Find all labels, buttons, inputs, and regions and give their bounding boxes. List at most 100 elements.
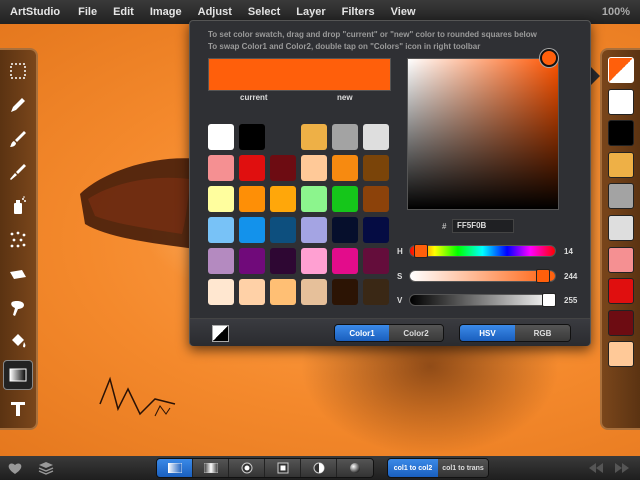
- color-swatch[interactable]: [332, 217, 358, 243]
- menu-adjust[interactable]: Adjust: [190, 6, 240, 18]
- gradient-angle-button[interactable]: [301, 459, 337, 477]
- gradient-square-button[interactable]: [265, 459, 301, 477]
- color-swatch[interactable]: [332, 155, 358, 181]
- heart-icon[interactable]: [7, 460, 23, 476]
- color-swatch[interactable]: [239, 124, 265, 150]
- hue-label: H: [397, 247, 403, 256]
- pencil-icon: [11, 97, 25, 112]
- palette-swatch[interactable]: [608, 246, 634, 273]
- value-slider[interactable]: [409, 294, 556, 306]
- tool-eraser[interactable]: [3, 259, 33, 289]
- palette-swatch[interactable]: [608, 88, 634, 115]
- menu-select[interactable]: Select: [240, 6, 288, 18]
- color-swatch[interactable]: [270, 248, 296, 274]
- color-swatch[interactable]: [363, 155, 389, 181]
- current-new-color-swatch[interactable]: [208, 58, 391, 91]
- swap-colors-icon[interactable]: [212, 325, 229, 342]
- rgb-button[interactable]: RGB: [515, 325, 570, 341]
- hex-input[interactable]: FF5F0B: [452, 219, 514, 233]
- gradient-sphere-button[interactable]: [337, 459, 373, 477]
- tool-finger[interactable]: [3, 293, 33, 323]
- tool-marquee[interactable]: [3, 56, 33, 86]
- hint-text-1: To set color swatch, drag and drop "curr…: [208, 30, 537, 39]
- color-swatch[interactable]: [208, 124, 234, 150]
- palette-swatch[interactable]: [608, 151, 634, 178]
- tool-scatter[interactable]: [3, 225, 33, 255]
- value-label: V: [397, 296, 403, 305]
- color-swatch[interactable]: [208, 186, 234, 212]
- gradient-radial-button[interactable]: [229, 459, 265, 477]
- color-swatch[interactable]: [301, 217, 327, 243]
- palette-swatch[interactable]: [608, 278, 634, 305]
- paint-bucket-icon: [12, 334, 26, 348]
- color-swatch[interactable]: [239, 248, 265, 274]
- palette-swatch[interactable]: [608, 120, 634, 147]
- color-swatch[interactable]: [332, 248, 358, 274]
- color-swatch[interactable]: [363, 186, 389, 212]
- col1-to-col2-button[interactable]: col1 to col2: [388, 459, 438, 477]
- menu-view[interactable]: View: [383, 6, 424, 18]
- color-swatch[interactable]: [239, 217, 265, 243]
- color-swatch[interactable]: [363, 248, 389, 274]
- undo-icon[interactable]: [588, 460, 604, 476]
- palette-swatch[interactable]: [608, 309, 634, 336]
- menu-layer[interactable]: Layer: [288, 6, 333, 18]
- color-swatch[interactable]: [301, 248, 327, 274]
- col1-to-trans-button[interactable]: col1 to trans: [438, 459, 488, 477]
- gradient-reflected-button[interactable]: [193, 459, 229, 477]
- color-swatch[interactable]: [208, 279, 234, 305]
- tool-brush[interactable]: [3, 124, 33, 154]
- color-swatch[interactable]: [332, 279, 358, 305]
- color-swatch[interactable]: [208, 217, 234, 243]
- color-swatch[interactable]: [239, 186, 265, 212]
- tool-bucket[interactable]: [3, 327, 33, 357]
- tool-text[interactable]: [3, 394, 33, 424]
- color1-button[interactable]: Color1: [335, 325, 389, 341]
- color-swatch[interactable]: [239, 279, 265, 305]
- color-swatch[interactable]: [332, 124, 358, 150]
- popup-pointer-arrow: [590, 66, 600, 86]
- menu-filters[interactable]: Filters: [334, 6, 383, 18]
- color-swatch[interactable]: [363, 279, 389, 305]
- color-swatch[interactable]: [301, 279, 327, 305]
- color-swatch[interactable]: [363, 217, 389, 243]
- tool-gradient[interactable]: [3, 360, 33, 391]
- tool-smudge[interactable]: [3, 157, 33, 187]
- menu-edit[interactable]: Edit: [105, 6, 142, 18]
- color-swatch[interactable]: [301, 186, 327, 212]
- colors-toolbar: [600, 48, 640, 430]
- layers-icon[interactable]: [38, 460, 54, 476]
- value-slider-knob[interactable]: [542, 293, 556, 307]
- color-swatch[interactable]: [363, 124, 389, 150]
- color-swatch[interactable]: [270, 155, 296, 181]
- color-swatch[interactable]: [301, 124, 327, 150]
- hue-slider-knob[interactable]: [414, 244, 429, 258]
- tool-pencil[interactable]: [3, 90, 33, 120]
- app-name[interactable]: ArtStudio: [0, 6, 70, 18]
- color-swatch[interactable]: [270, 279, 296, 305]
- saturation-value-picker[interactable]: [407, 58, 559, 210]
- redo-icon[interactable]: [614, 460, 630, 476]
- color-swatch[interactable]: [208, 248, 234, 274]
- color-swatch[interactable]: [239, 155, 265, 181]
- color2-button[interactable]: Color2: [389, 325, 443, 341]
- color-swatch[interactable]: [208, 155, 234, 181]
- palette-swatch[interactable]: [608, 183, 634, 210]
- colors-current-icon[interactable]: [608, 57, 634, 83]
- gradient-linear-button[interactable]: [157, 459, 193, 477]
- hue-slider[interactable]: [409, 245, 556, 257]
- palette-swatch[interactable]: [608, 341, 634, 368]
- menu-image[interactable]: Image: [142, 6, 190, 18]
- tool-spray[interactable]: [3, 191, 33, 221]
- saturation-slider[interactable]: [409, 270, 556, 282]
- color-swatch[interactable]: [301, 155, 327, 181]
- smudge-finger-icon: [11, 300, 24, 316]
- color-swatch[interactable]: [270, 186, 296, 212]
- hsv-button[interactable]: HSV: [460, 325, 515, 341]
- picker-handle[interactable]: [540, 49, 558, 67]
- color-swatch[interactable]: [332, 186, 358, 212]
- palette-swatch[interactable]: [608, 214, 634, 241]
- menu-file[interactable]: File: [70, 6, 105, 18]
- color-swatch[interactable]: [270, 217, 296, 243]
- saturation-slider-knob[interactable]: [536, 269, 551, 283]
